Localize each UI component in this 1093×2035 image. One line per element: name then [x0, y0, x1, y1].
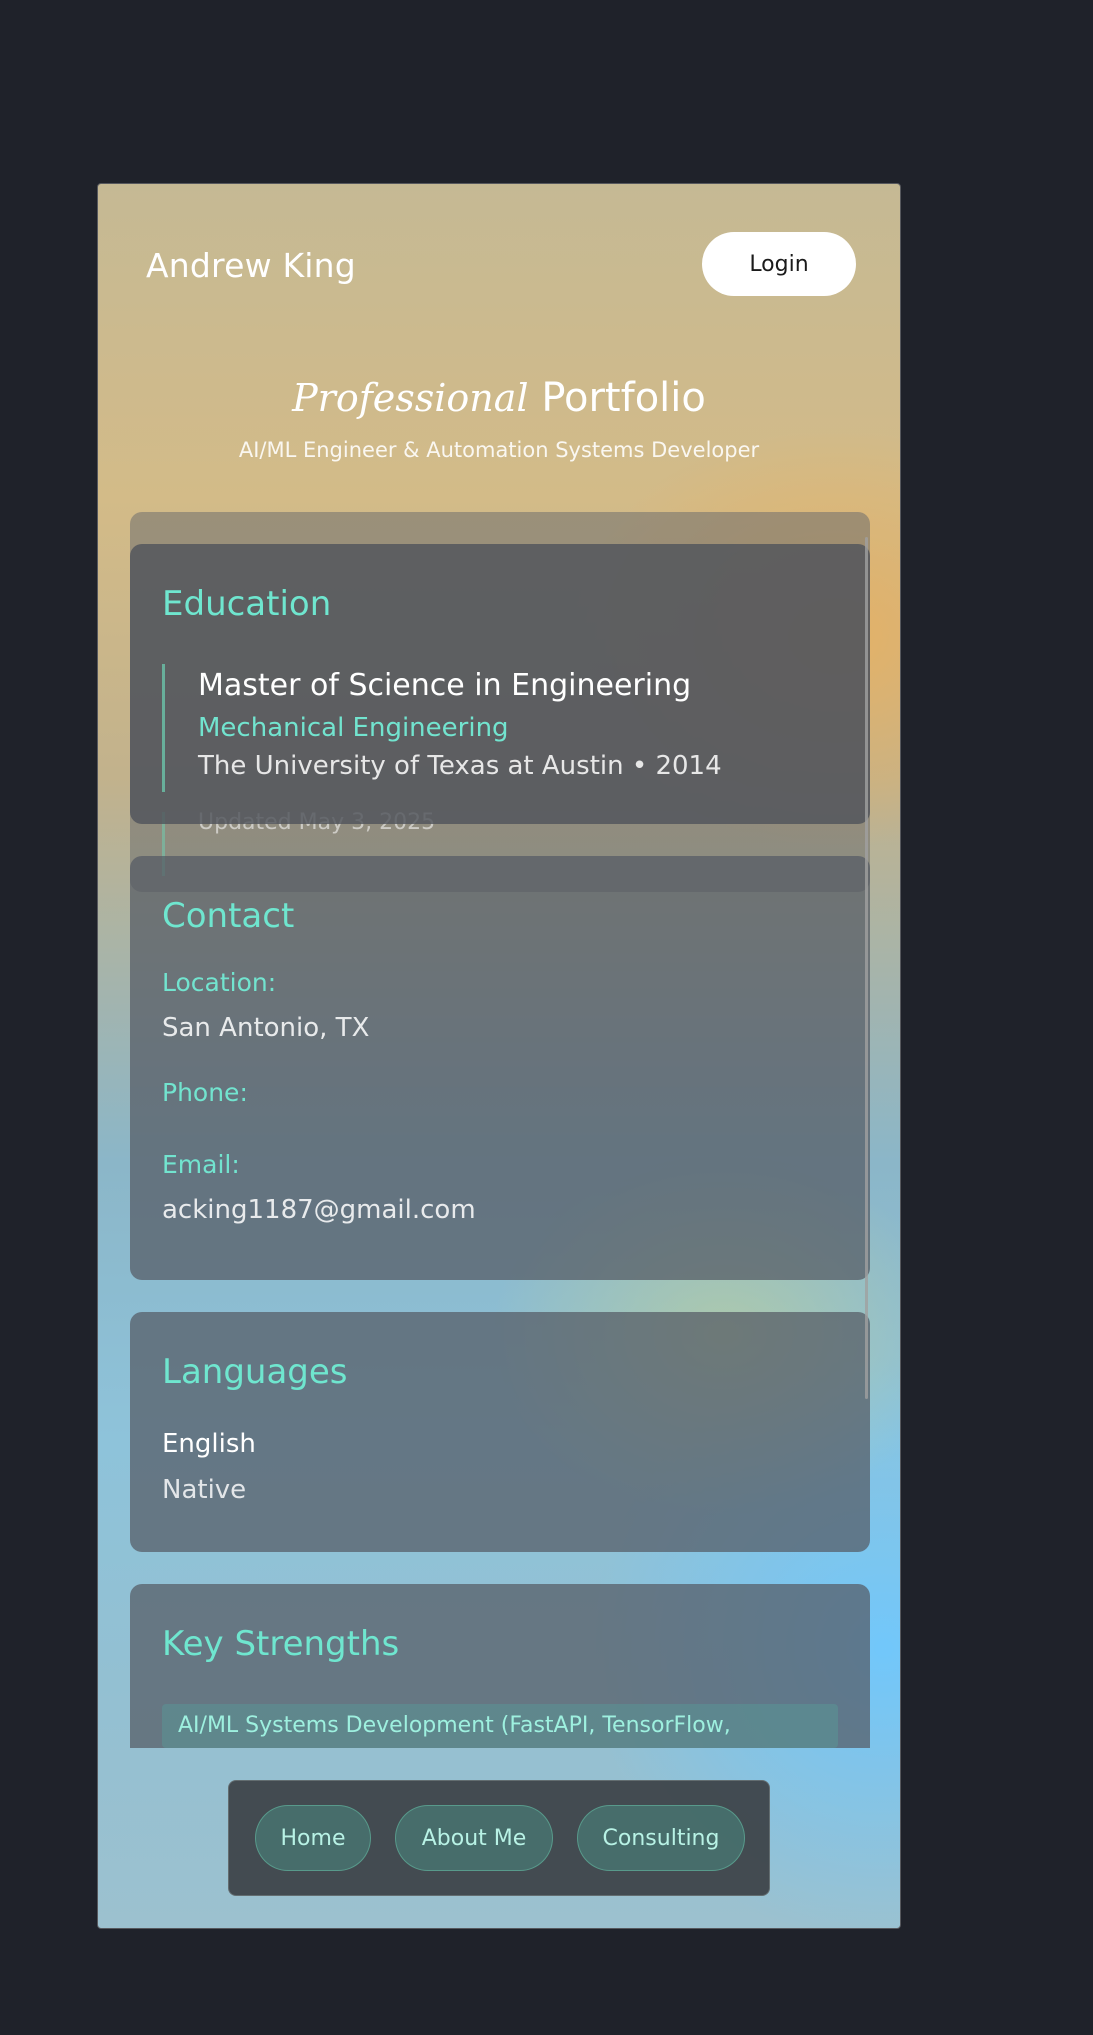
bottom-nav: Home About Me Consulting — [228, 1780, 770, 1896]
contact-title: Contact — [162, 896, 295, 936]
page-title: Professional Portfolio — [98, 376, 900, 420]
education-title: Education — [162, 584, 332, 624]
contact-card: Contact Location: San Antonio, TX Phone:… — [130, 856, 870, 1280]
email-label: Email: — [162, 1150, 240, 1179]
languages-title: Languages — [162, 1352, 348, 1392]
hero: Professional Portfolio AI/ML Engineer & … — [98, 376, 900, 462]
languages-card: Languages English Native — [130, 1312, 870, 1552]
education-card: Education Master of Science in Engineeri… — [130, 544, 870, 824]
language-name: English — [162, 1429, 256, 1459]
page-title-italic: Professional — [292, 376, 529, 420]
degree-field: Mechanical Engineering — [198, 713, 509, 743]
location-value: San Antonio, TX — [162, 1013, 370, 1043]
nav-consulting-button[interactable]: Consulting — [577, 1805, 745, 1871]
location-label: Location: — [162, 968, 277, 997]
strength-item: AI/ML Systems Development (FastAPI, Tens… — [162, 1704, 838, 1748]
key-strengths-card: Key Strengths AI/ML Systems Development … — [130, 1584, 870, 1748]
scrollbar[interactable] — [865, 537, 868, 1399]
login-button[interactable]: Login — [702, 232, 856, 296]
language-level: Native — [162, 1475, 247, 1505]
content-scroll-area[interactable]: Updated May 3, 2025 Education Master of … — [130, 512, 872, 1748]
email-value[interactable]: acking1187@gmail.com — [162, 1194, 838, 1226]
education-entry: Master of Science in Engineering Mechani… — [162, 664, 722, 792]
page-title-rest: Portfolio — [541, 375, 706, 421]
brand-name[interactable]: Andrew King — [146, 246, 356, 285]
nav-about-button[interactable]: About Me — [395, 1805, 553, 1871]
nav-home-button[interactable]: Home — [255, 1805, 371, 1871]
phone-label: Phone: — [162, 1078, 248, 1107]
degree-title: Master of Science in Engineering — [198, 668, 692, 703]
app-window: Andrew King Login Professional Portfolio… — [97, 183, 901, 1929]
school-line: The University of Texas at Austin • 2014 — [198, 751, 722, 781]
header: Andrew King Login — [146, 232, 856, 296]
key-strengths-title: Key Strengths — [162, 1624, 400, 1664]
page-subtitle: AI/ML Engineer & Automation Systems Deve… — [238, 438, 760, 462]
